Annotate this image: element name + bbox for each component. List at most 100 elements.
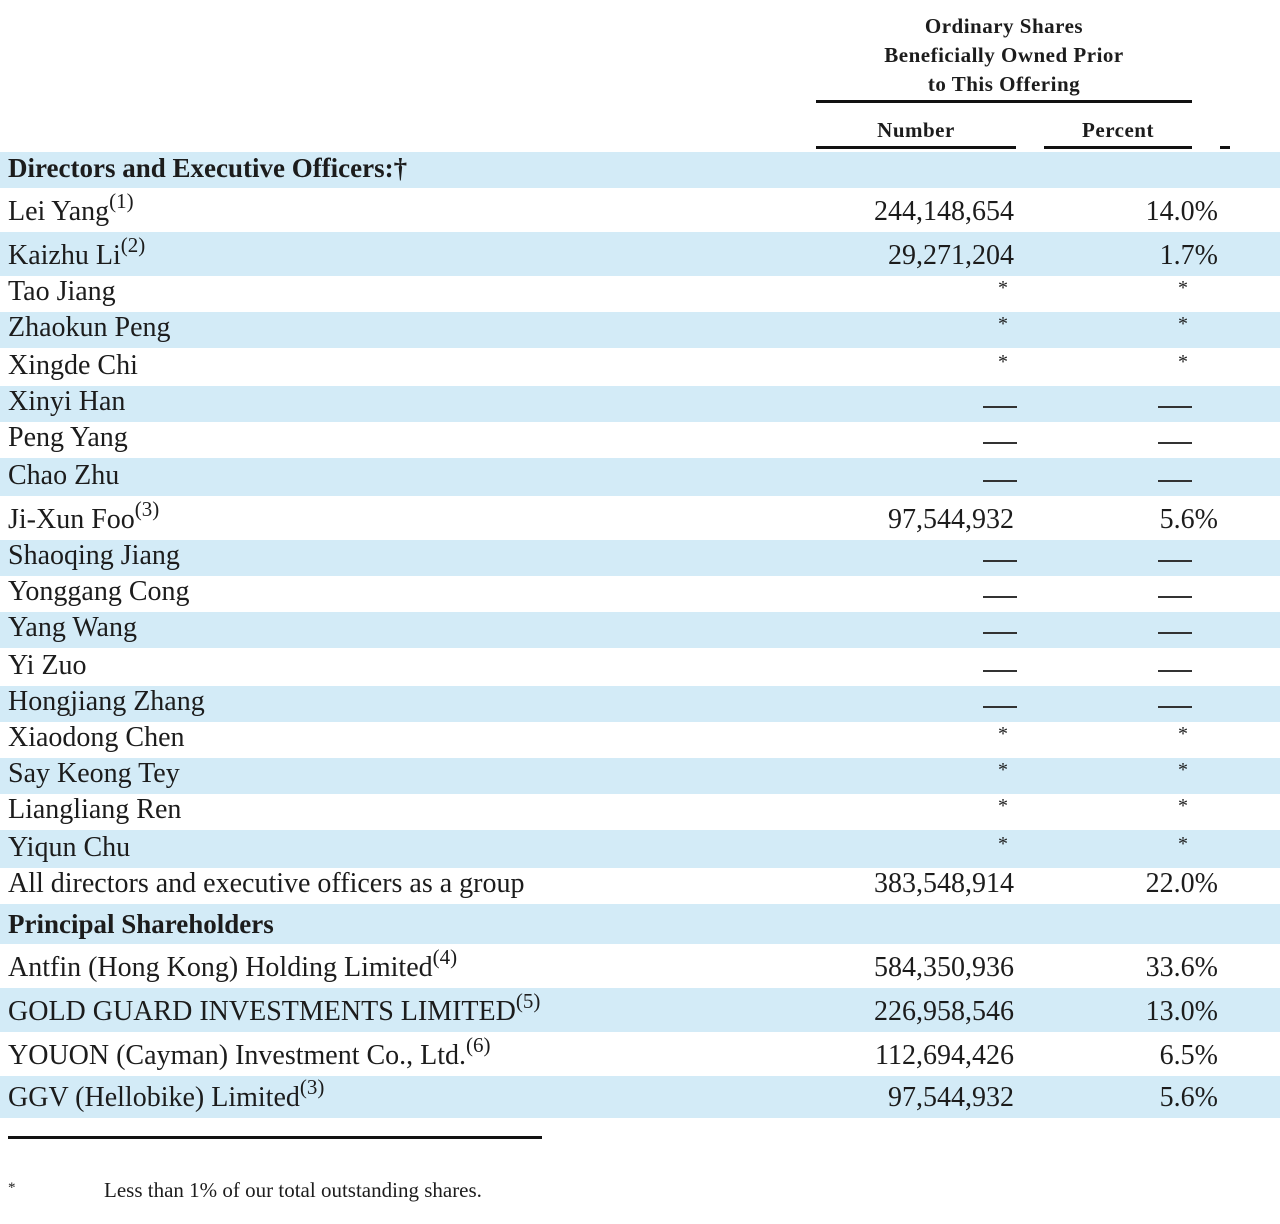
share-percent-dash (1158, 596, 1192, 598)
holder-name: Yang Wang (8, 612, 137, 644)
holder-name: Xiaodong Chen (8, 722, 185, 754)
share-percent: 6.5% (1159, 1040, 1218, 1071)
holder-name: Xinyi Han (8, 386, 125, 418)
column-group-header-line: to This Offering (927, 72, 1081, 96)
table-row: Yang Wang (0, 612, 1280, 648)
holder-name-text: Lei Yang (8, 196, 110, 227)
holder-name-text: Chao Zhu (8, 460, 120, 491)
holder-name-text: Say Keong Tey (8, 758, 180, 789)
holder-name: GGV (Hellobike) Limited(3) (8, 1077, 324, 1114)
holder-name: Tao Jiang (8, 276, 116, 308)
holder-name: Kaizhu Li(2) (8, 235, 145, 272)
share-number: * (998, 833, 1008, 855)
share-percent-dash (1158, 706, 1192, 708)
table-row: Hongjiang Zhang (0, 686, 1280, 722)
share-number: 97,544,932 (888, 1082, 1014, 1113)
share-number-dash (983, 442, 1017, 444)
share-number-dash (983, 560, 1017, 562)
share-percent-dash (1158, 560, 1192, 562)
percent-column-header: Percent (1082, 118, 1154, 142)
share-number: 244,148,654 (874, 196, 1014, 227)
header-rule-stub (1220, 146, 1230, 149)
column-group-header: Ordinary Shares Beneficially Owned Prior… (816, 12, 1192, 99)
holder-name: Xingde Chi (8, 350, 138, 382)
number-column-rule (816, 146, 1016, 149)
share-percent: * (1178, 833, 1188, 855)
holder-name-text: Yang Wang (8, 612, 137, 643)
footnote-reference: (1) (109, 189, 134, 213)
footnote-symbol: * (8, 1180, 16, 1196)
holder-name: GOLD GUARD INVESTMENTS LIMITED(5) (8, 991, 540, 1028)
holder-name-text: Ji-Xun Foo (8, 504, 135, 535)
holder-name-text: Yonggang Cong (8, 576, 190, 607)
table-row: Peng Yang (0, 422, 1280, 458)
holder-name: All directors and executive officers as … (8, 868, 525, 900)
holder-name-text: Shaoqing Jiang (8, 540, 180, 571)
section-title: Directors and Executive Officers:† (8, 153, 407, 184)
share-percent: 1.7% (1159, 240, 1218, 271)
share-number: * (998, 723, 1008, 745)
holder-name-text: Peng Yang (8, 422, 128, 453)
holder-name: Shaoqing Jiang (8, 540, 180, 572)
share-number: 97,544,932 (888, 504, 1014, 535)
holder-name-text: Hongjiang Zhang (8, 686, 205, 717)
section-header-row: Principal Shareholders (0, 904, 1280, 944)
share-number: 226,958,546 (874, 996, 1014, 1027)
holder-name: Zhaokun Peng (8, 312, 171, 344)
holder-name: Ji-Xun Foo(3) (8, 499, 159, 536)
table-row: Shaoqing Jiang (0, 540, 1280, 576)
table-row: Xinyi Han (0, 386, 1280, 422)
share-percent: * (1178, 795, 1188, 817)
holder-name: Antfin (Hong Kong) Holding Limited(4) (8, 947, 457, 984)
footnote-reference: (4) (432, 945, 458, 969)
table-row: Chao Zhu (0, 458, 1280, 496)
share-percent: * (1178, 277, 1188, 299)
share-percent: 14.0% (1145, 196, 1218, 227)
holder-name-text: Liangliang Ren (8, 794, 182, 825)
share-number: 584,350,936 (874, 952, 1014, 983)
holder-name: Say Keong Tey (8, 758, 180, 790)
column-group-header-line: Beneficially Owned Prior (884, 43, 1124, 67)
share-number: * (998, 351, 1008, 373)
share-number-dash (983, 406, 1017, 408)
share-percent: 5.6% (1159, 1082, 1218, 1113)
share-percent: 33.6% (1145, 952, 1218, 983)
holder-name: Yonggang Cong (8, 576, 190, 608)
table-row: Kaizhu Li(2) 29,271,204 1.7% (0, 232, 1280, 276)
share-percent-dash (1158, 670, 1192, 672)
share-percent-dash (1158, 442, 1192, 444)
share-percent: * (1178, 759, 1188, 781)
table-row: Ji-Xun Foo(3) 97,544,932 5.6% (0, 496, 1280, 540)
footnote-reference: (6) (466, 1033, 491, 1057)
section-header-row: Directors and Executive Officers:† (0, 152, 1280, 188)
table-row: Xiaodong Chen * * (0, 722, 1280, 758)
share-number-dash (983, 596, 1017, 598)
share-percent: * (1178, 351, 1188, 373)
share-number: 29,271,204 (888, 240, 1014, 271)
holder-name-text: Directors and Executive Officers:† (8, 153, 408, 183)
share-percent: 5.6% (1159, 504, 1218, 535)
percent-column-rule (1044, 146, 1192, 149)
table-row: Antfin (Hong Kong) Holding Limited(4) 584… (0, 944, 1280, 988)
share-percent-dash (1158, 632, 1192, 634)
table-row: All directors and executive officers as … (0, 868, 1280, 904)
table-row: Xingde Chi * * (0, 348, 1280, 386)
share-number: * (998, 759, 1008, 781)
holder-name-text: Yi Zuo (8, 650, 87, 681)
holder-name: Liangliang Ren (8, 794, 181, 826)
share-percent: 22.0% (1145, 868, 1218, 899)
holder-name-text: YOUON (Cayman) Investment Co., Ltd. (8, 1040, 467, 1071)
holder-name: Hongjiang Zhang (8, 686, 205, 718)
footnote-reference: (3) (134, 497, 160, 521)
column-group-header-line: Ordinary Shares (924, 14, 1084, 38)
share-percent: * (1178, 723, 1188, 745)
footnote-reference: (3) (299, 1075, 325, 1099)
table-row: Yonggang Cong (0, 576, 1280, 612)
share-number: * (998, 277, 1008, 299)
holder-name-text: Yiqun Chu (8, 832, 131, 863)
holder-name: Yiqun Chu (8, 832, 130, 864)
table-row: GGV (Hellobike) Limited(3) 97,544,932 5.6% (0, 1076, 1280, 1118)
holder-name: Chao Zhu (8, 460, 119, 492)
holder-name-text: GOLD GUARD INVESTMENTS LIMITED (8, 996, 516, 1027)
share-number: 112,694,426 (875, 1040, 1014, 1071)
